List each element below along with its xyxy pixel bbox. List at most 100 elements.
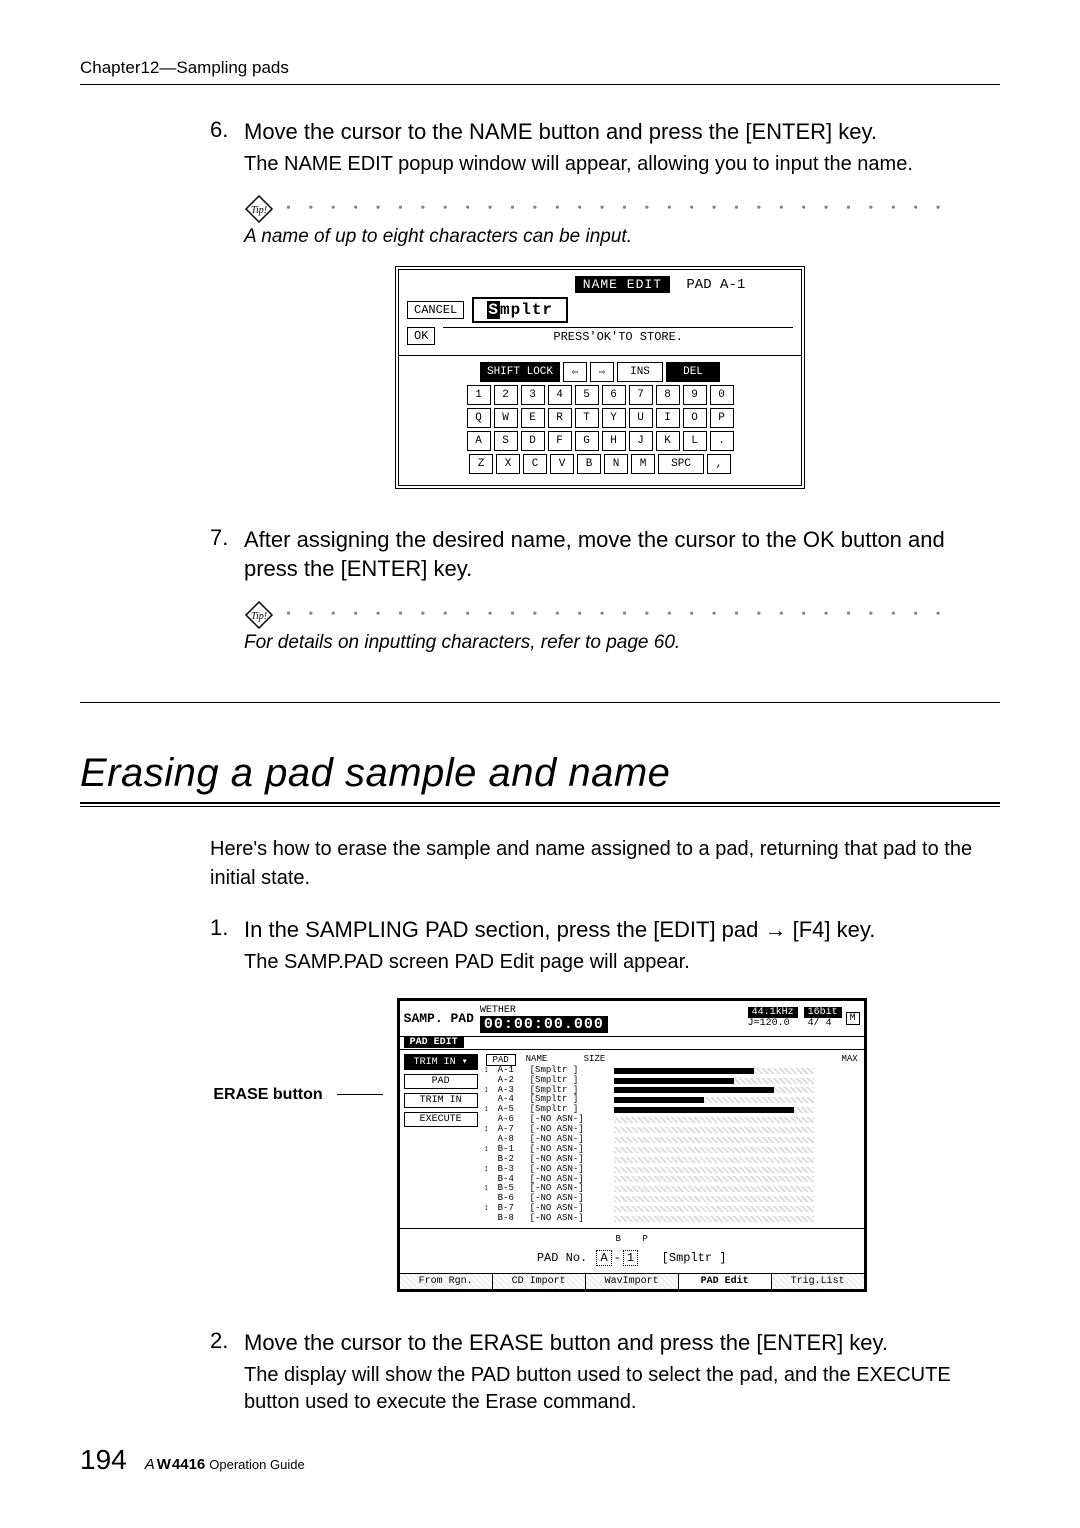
key-5[interactable]: 5 — [575, 385, 599, 405]
step-1: 1. In the SAMPLING PAD section, press th… — [210, 915, 990, 945]
section-rule — [80, 806, 1000, 807]
key-4[interactable]: 4 — [548, 385, 572, 405]
key-spc[interactable]: SPC — [658, 454, 704, 474]
tab-cd-import[interactable]: CD Import — [493, 1274, 586, 1289]
key-k[interactable]: K — [656, 431, 680, 451]
key-l[interactable]: L — [683, 431, 707, 451]
samp-pad-screen: SAMP. PAD WETHER 00:00:00.000 44.1kHz 16… — [397, 998, 867, 1292]
tip-icon: Tip! — [244, 600, 274, 630]
key-8[interactable]: 8 — [656, 385, 680, 405]
erase-button-callout: ERASE button — [213, 1086, 322, 1104]
kbd-asdf-row: A S D F G H J K L . — [407, 431, 793, 451]
key-1[interactable]: 1 — [467, 385, 491, 405]
key-p[interactable]: P — [710, 408, 734, 428]
key-z[interactable]: Z — [469, 454, 493, 474]
key-2[interactable]: 2 — [494, 385, 518, 405]
col-size: SIZE — [584, 1054, 618, 1066]
page-tabs: From Rgn. CD Import WavImport PAD Edit T… — [400, 1273, 864, 1289]
col-name: NAME — [526, 1054, 574, 1066]
step-6-title: Move the cursor to the NAME button and p… — [244, 117, 990, 147]
key-0[interactable]: 0 — [710, 385, 734, 405]
pad-no-name: [Smpltr ] — [662, 1251, 727, 1265]
key-x[interactable]: X — [496, 454, 520, 474]
pad-bank-field[interactable]: A — [596, 1250, 611, 1266]
pad-row[interactable]: B-8[-NO ASN-] — [484, 1214, 860, 1224]
kbd-qwerty-row: Q W E R T Y U I O P — [407, 408, 793, 428]
col-max: MAX — [841, 1054, 857, 1066]
key-j[interactable]: J — [629, 431, 653, 451]
section-intro: Here's how to erase the sample and name … — [210, 835, 990, 893]
svg-text:Tip!: Tip! — [251, 611, 267, 622]
name-input[interactable]: Smpltr — [472, 297, 568, 323]
bit-depth-badge: 16bit — [804, 1007, 842, 1018]
key-d[interactable]: D — [521, 431, 545, 451]
key-comma[interactable]: , — [707, 454, 731, 474]
key-f[interactable]: F — [548, 431, 572, 451]
key-t[interactable]: T — [575, 408, 599, 428]
arrow-left-key[interactable]: ⇦ — [563, 362, 587, 382]
key-g[interactable]: G — [575, 431, 599, 451]
key-o[interactable]: O — [683, 408, 707, 428]
key-q[interactable]: Q — [467, 408, 491, 428]
step-1-sub: The SAMP.PAD screen PAD Edit page will a… — [244, 949, 990, 976]
arrow-right-key[interactable]: ⇨ — [590, 362, 614, 382]
time-counter: 00:00:00.000 — [480, 1016, 608, 1033]
key-m[interactable]: M — [631, 454, 655, 474]
pad-num-field[interactable]: 1 — [623, 1250, 638, 1266]
key-9[interactable]: 9 — [683, 385, 707, 405]
key-w[interactable]: W — [494, 408, 518, 428]
trim-in-button[interactable]: TRIM IN ▾ — [404, 1054, 478, 1070]
timesig-label: 4/ 4 — [808, 1018, 832, 1029]
step-7-title: After assigning the desired name, move t… — [244, 525, 990, 584]
key-dot[interactable]: . — [710, 431, 734, 451]
step-2: 2. Move the cursor to the ERASE button a… — [210, 1328, 990, 1358]
key-h[interactable]: H — [602, 431, 626, 451]
key-3[interactable]: 3 — [521, 385, 545, 405]
onscreen-keyboard: SHIFT LOCK ⇦ ⇨ INS DEL 1 2 3 4 5 6 7 — [399, 355, 801, 485]
step-1-title: In the SAMPLING PAD section, press the [… — [244, 915, 990, 945]
key-n[interactable]: N — [604, 454, 628, 474]
name-edit-pad-id: PAD A-1 — [686, 277, 745, 293]
shift-lock-key[interactable]: SHIFT LOCK — [480, 362, 560, 382]
ins-key[interactable]: INS — [617, 362, 663, 382]
step-2-title: Move the cursor to the ERASE button and … — [244, 1328, 990, 1358]
dot-leader: • • • • • • • • • • • • • • • • • • • • … — [286, 201, 956, 217]
sample-rate-badge: 44.1kHz — [748, 1007, 798, 1018]
key-c[interactable]: C — [523, 454, 547, 474]
ok-button[interactable]: OK — [407, 327, 435, 345]
pad-no-label: PAD No. — [537, 1251, 587, 1265]
key-y[interactable]: Y — [602, 408, 626, 428]
tip-row-2: Tip! • • • • • • • • • • • • • • • • • •… — [244, 600, 990, 630]
col-pad: PAD — [486, 1054, 516, 1066]
m-indicator: M — [846, 1012, 860, 1025]
key-7[interactable]: 7 — [629, 385, 653, 405]
kbd-zxcv-row: Z X C V B N M SPC , — [407, 454, 793, 474]
model-name: AW4416 — [145, 1456, 206, 1473]
key-6[interactable]: 6 — [602, 385, 626, 405]
key-b[interactable]: B — [577, 454, 601, 474]
cancel-button[interactable]: CANCEL — [407, 301, 464, 319]
erase-pad-button[interactable]: PAD — [404, 1074, 478, 1089]
tab-trig-list[interactable]: Trig.List — [772, 1274, 864, 1289]
page-footer: 194 AW4416 Operation Guide — [80, 1444, 305, 1476]
tab-pad-edit[interactable]: PAD Edit — [679, 1274, 772, 1289]
execute-button[interactable]: EXECUTE — [404, 1112, 478, 1127]
name-edit-title: NAME EDIT — [575, 276, 670, 293]
key-r[interactable]: R — [548, 408, 572, 428]
key-u[interactable]: U — [629, 408, 653, 428]
del-key[interactable]: DEL — [666, 362, 720, 382]
key-e[interactable]: E — [521, 408, 545, 428]
key-a[interactable]: A — [467, 431, 491, 451]
pad-no-line: B P PAD No. A-1 [Smpltr ] — [400, 1228, 864, 1273]
step-2-sub: The display will show the PAD button use… — [244, 1362, 990, 1416]
screen-title: SAMP. PAD — [404, 1011, 474, 1026]
key-v[interactable]: V — [550, 454, 574, 474]
trim-in-2-button[interactable]: TRIM IN — [404, 1093, 478, 1108]
tempo-label: J=120.0 — [748, 1018, 790, 1029]
tab-wav-import[interactable]: WavImport — [586, 1274, 679, 1289]
press-ok-label: PRESS'OK'TO STORE. — [443, 327, 793, 344]
key-s[interactable]: S — [494, 431, 518, 451]
key-i[interactable]: I — [656, 408, 680, 428]
step-2-num: 2. — [210, 1328, 244, 1358]
tab-from-rgn[interactable]: From Rgn. — [400, 1274, 493, 1289]
